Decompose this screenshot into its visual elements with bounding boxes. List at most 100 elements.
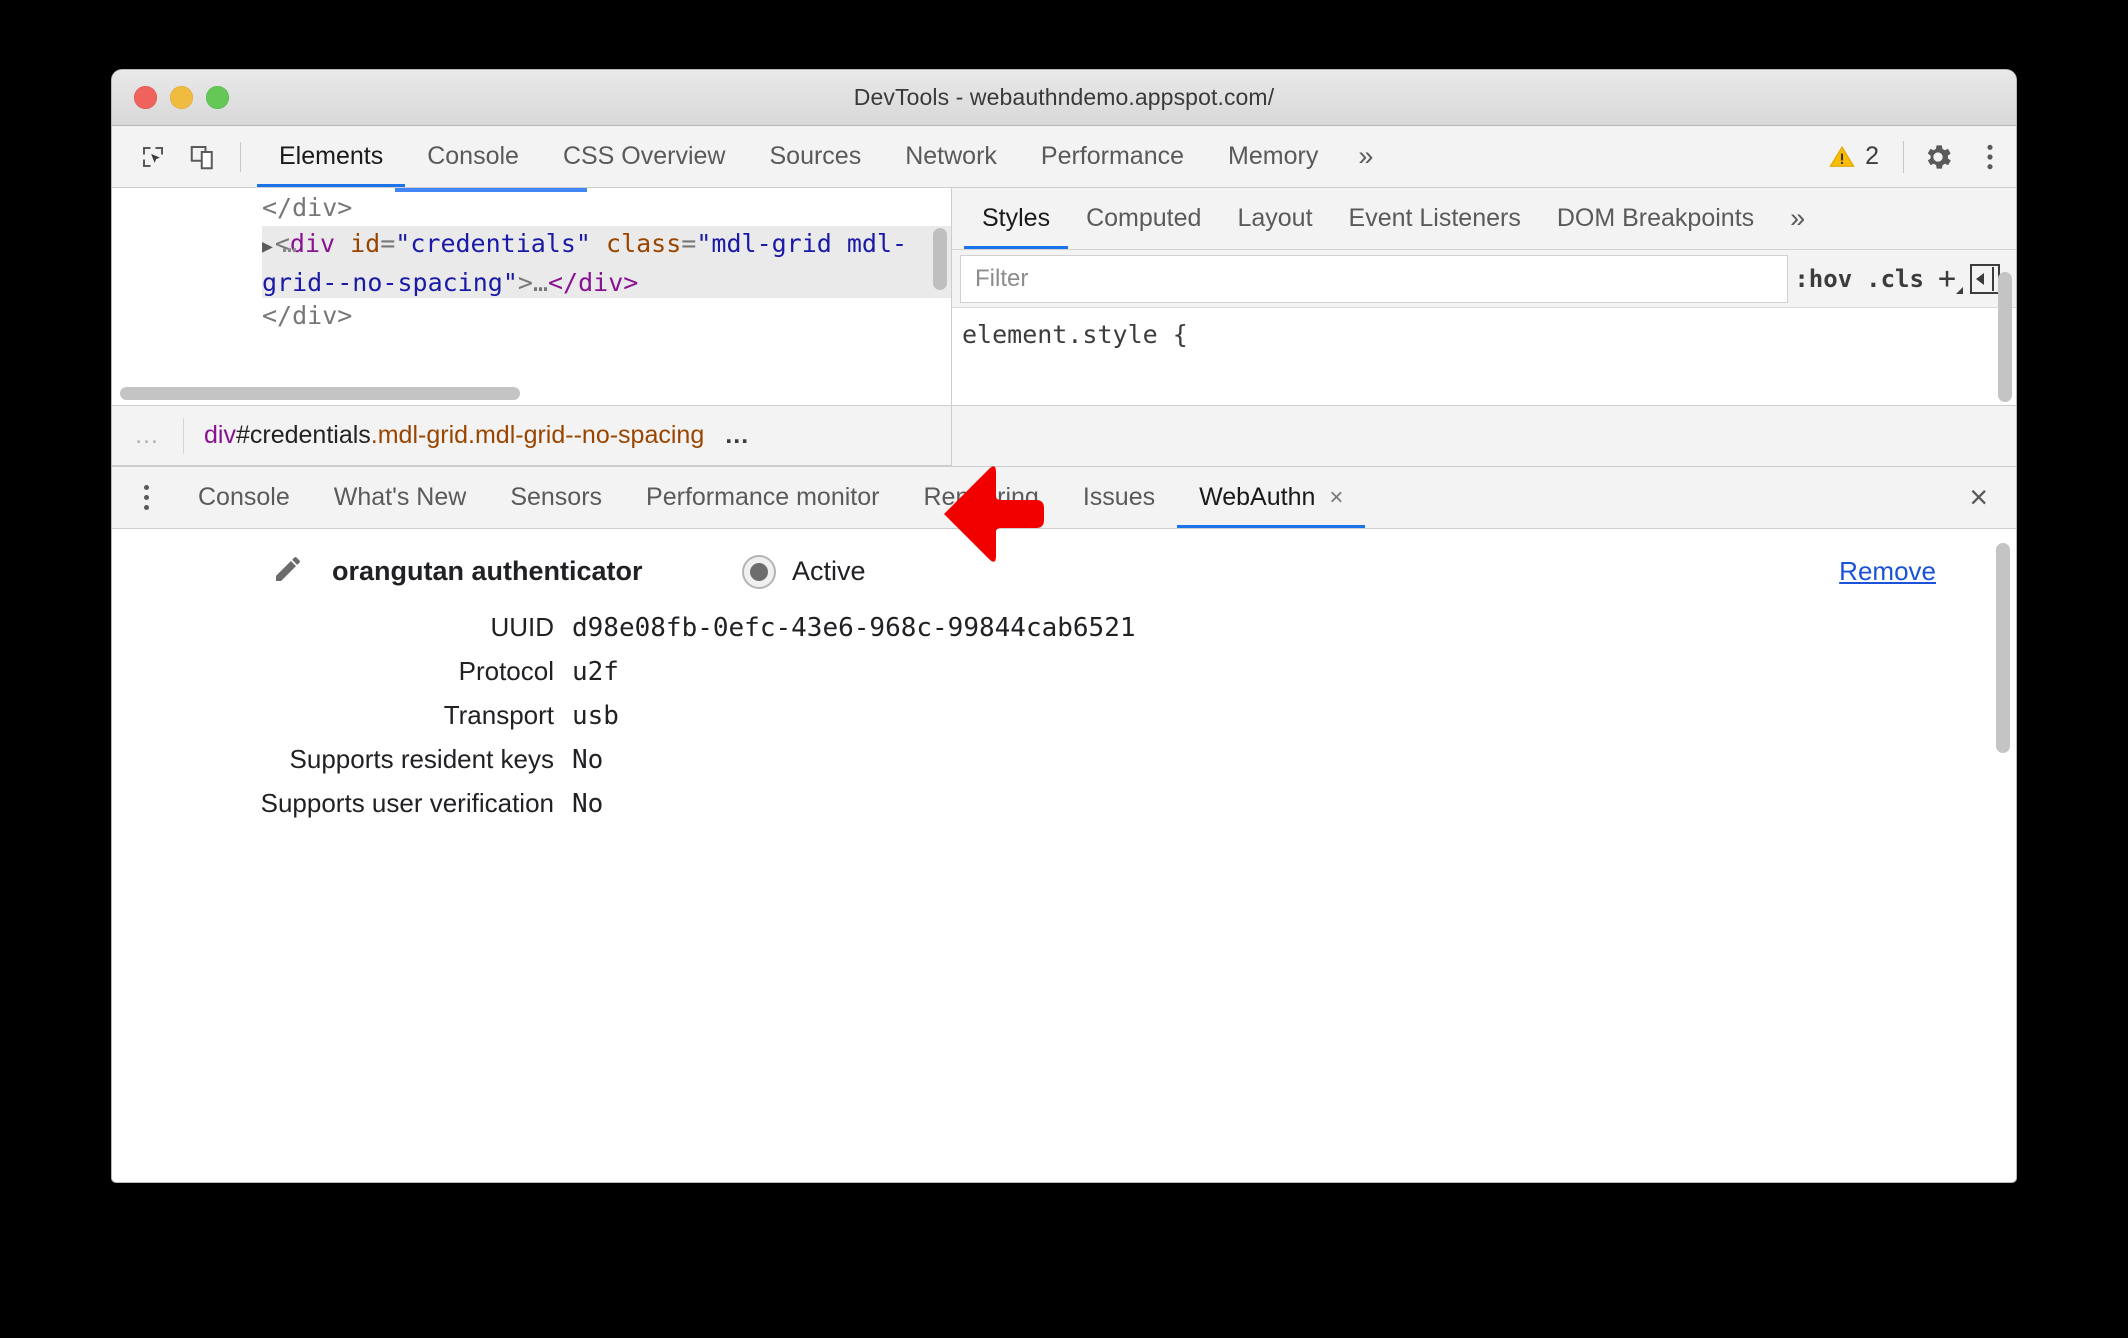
gear-icon[interactable]	[1912, 131, 1964, 183]
styles-filter-input[interactable]: Filter	[960, 254, 1789, 303]
dom-attr-id-value: "credentials"	[395, 229, 591, 258]
detail-label-user-verification: Supports user verification	[260, 788, 554, 818]
tab-event-listeners[interactable]: Event Listeners	[1331, 188, 1539, 249]
tab-css-overview[interactable]: CSS Overview	[541, 126, 748, 187]
device-toolbar-icon[interactable]	[180, 134, 226, 180]
styles-tabbar: Styles Computed Layout Event Listeners D…	[952, 188, 2016, 250]
breadcrumb-classes: .mdl-grid.mdl-grid--no-spacing	[370, 421, 705, 449]
active-radio-1[interactable]	[742, 554, 776, 589]
screenshot-root: DevTools - webauthndemo.appspot.com/ Ele…	[0, 0, 2128, 1338]
upper-panes: </div> … ▶<div id="credentials" class="m…	[112, 188, 2016, 406]
kebab-menu-icon[interactable]	[1964, 131, 2016, 183]
webauthn-vertical-scrollbar[interactable]	[1996, 543, 2010, 753]
breadcrumb-overflow-right[interactable]: …	[724, 421, 751, 450]
drawer-tab-sensors[interactable]: Sensors	[488, 467, 624, 528]
dom-vertical-scrollbar[interactable]	[933, 228, 947, 290]
dom-close-tag: </div>	[548, 268, 639, 297]
dom-line-after[interactable]: </div>	[262, 298, 951, 334]
close-drawer-icon[interactable]: ×	[1941, 479, 2016, 516]
toolbar-divider	[240, 141, 241, 172]
active-label-1: Active	[792, 556, 866, 586]
main-tabbar: Elements Console CSS Overview Sources Ne…	[112, 126, 2016, 188]
hov-toggle-button[interactable]: :hov	[1794, 265, 1852, 293]
detail-row-resident-keys: Supports resident keys No	[112, 744, 2016, 788]
drawer-tabbar: Console What's New Sensors Performance m…	[112, 467, 2016, 529]
detail-value-resident-keys: No	[572, 745, 604, 775]
detail-label-uuid: UUID	[490, 612, 554, 642]
tab-computed[interactable]: Computed	[1068, 188, 1219, 249]
detail-value-protocol: u2f	[572, 657, 619, 687]
authenticator-details-1: UUID d98e08fb-0efc-43e6-968c-99844cab652…	[112, 612, 2016, 832]
drawer-tab-whats-new[interactable]: What's New	[312, 467, 489, 528]
styles-pane: Styles Computed Layout Event Listeners D…	[952, 188, 2016, 405]
new-style-rule-button[interactable]: +	[1938, 261, 1964, 296]
drawer-tab-console[interactable]: Console	[176, 467, 312, 528]
tab-network[interactable]: Network	[883, 126, 1019, 187]
dom-line-before[interactable]: </div>	[262, 190, 951, 226]
drawer-menu-icon[interactable]	[122, 474, 170, 522]
tab-layout[interactable]: Layout	[1219, 188, 1330, 249]
dom-collapsed-content[interactable]: …	[533, 268, 548, 297]
tab-performance[interactable]: Performance	[1019, 126, 1206, 187]
tab-styles[interactable]: Styles	[964, 188, 1068, 249]
dom-attr-id-name: id	[350, 229, 381, 258]
dom-eq-1: =	[380, 229, 396, 258]
dom-close-div-after: </div>	[262, 301, 353, 330]
warning-count: 2	[1865, 142, 1879, 170]
styles-vertical-scrollbar[interactable]	[1998, 272, 2012, 402]
tab-elements[interactable]: Elements	[257, 126, 405, 187]
dom-attr-class-name: class	[606, 229, 682, 258]
sidebar-toggle-icon[interactable]	[1970, 263, 2000, 294]
detail-label-protocol: Protocol	[458, 656, 554, 686]
dom-horizontal-scrollbar[interactable]	[120, 387, 520, 400]
breadcrumb-item-div-credentials[interactable]: div#credentials.mdl-grid.mdl-grid--no-sp…	[184, 421, 724, 450]
element-style-rule[interactable]: element.style {	[952, 308, 2016, 349]
warning-badge[interactable]: 2	[1812, 142, 1895, 171]
drawer-tab-performance-monitor[interactable]: Performance monitor	[624, 467, 901, 528]
tab-sources[interactable]: Sources	[748, 126, 884, 187]
remove-authenticator-link-1[interactable]: Remove	[1839, 556, 1936, 587]
dom-tree-pane[interactable]: </div> … ▶<div id="credentials" class="m…	[112, 188, 952, 405]
styles-filter-tools: :hov .cls +	[1794, 261, 2016, 296]
dom-close-div-before: </div>	[262, 193, 353, 222]
drawer-tab-rendering[interactable]: Rendering	[901, 467, 1060, 528]
window-titlebar: DevTools - webauthndemo.appspot.com/	[112, 70, 2016, 126]
authenticator-active-toggle-1[interactable]: Active	[742, 554, 866, 589]
breadcrumb-row: … div#credentials.mdl-grid.mdl-grid--no-…	[112, 406, 2016, 467]
detail-row-transport: Transport usb	[112, 700, 2016, 744]
drawer-tab-issues[interactable]: Issues	[1061, 467, 1177, 528]
pencil-edit-icon[interactable]	[272, 553, 304, 590]
close-webauthn-tab-icon[interactable]: ×	[1329, 467, 1343, 528]
breadcrumb-filler	[952, 406, 2016, 466]
detail-label-transport: Transport	[443, 700, 554, 730]
breadcrumb-overflow-left[interactable]: …	[112, 421, 183, 450]
dom-badge-ellipsis[interactable]: …	[282, 226, 299, 262]
devtools-window: DevTools - webauthndemo.appspot.com/ Ele…	[112, 70, 2016, 1182]
toolbar-divider-2	[1903, 140, 1904, 173]
detail-value-uuid: d98e08fb-0efc-43e6-968c-99844cab6521	[572, 613, 1136, 643]
webauthn-panel: orangutan authenticator Active Remove UU…	[112, 529, 2016, 873]
tab-dom-breakpoints[interactable]: DOM Breakpoints	[1539, 188, 1772, 249]
expand-triangle-icon[interactable]: ▶	[262, 229, 273, 265]
detail-row-user-verification: Supports user verification No	[112, 788, 2016, 832]
drawer-tab-webauthn[interactable]: WebAuthn ×	[1177, 467, 1365, 528]
detail-row-protocol: Protocol u2f	[112, 656, 2016, 700]
styles-filter-bar: Filter :hov .cls +	[952, 250, 2016, 308]
tab-console[interactable]: Console	[405, 126, 541, 187]
dom-line-selected[interactable]: … ▶<div id="credentials" class="mdl-grid…	[262, 226, 951, 298]
dom-tree-code: </div> … ▶<div id="credentials" class="m…	[112, 188, 951, 334]
tab-memory[interactable]: Memory	[1206, 126, 1340, 187]
credentials-heading: Credentials	[250, 870, 2016, 873]
drawer-tab-webauthn-label: WebAuthn	[1199, 483, 1316, 511]
breadcrumb-tag: div	[204, 421, 236, 449]
window-title: DevTools - webauthndemo.appspot.com/	[853, 84, 1275, 110]
detail-value-transport: usb	[572, 701, 619, 731]
detail-label-resident-keys: Supports resident keys	[289, 744, 554, 774]
breadcrumb-id: #credentials	[235, 421, 371, 449]
styles-more-chevron-icon[interactable]: »	[1772, 188, 1823, 249]
dom-gt: >	[517, 268, 533, 297]
warning-triangle-icon	[1829, 145, 1855, 167]
cls-toggle-button[interactable]: .cls	[1866, 265, 1924, 293]
more-tabs-chevron-icon[interactable]: »	[1340, 126, 1391, 187]
inspect-element-icon[interactable]	[130, 134, 176, 180]
